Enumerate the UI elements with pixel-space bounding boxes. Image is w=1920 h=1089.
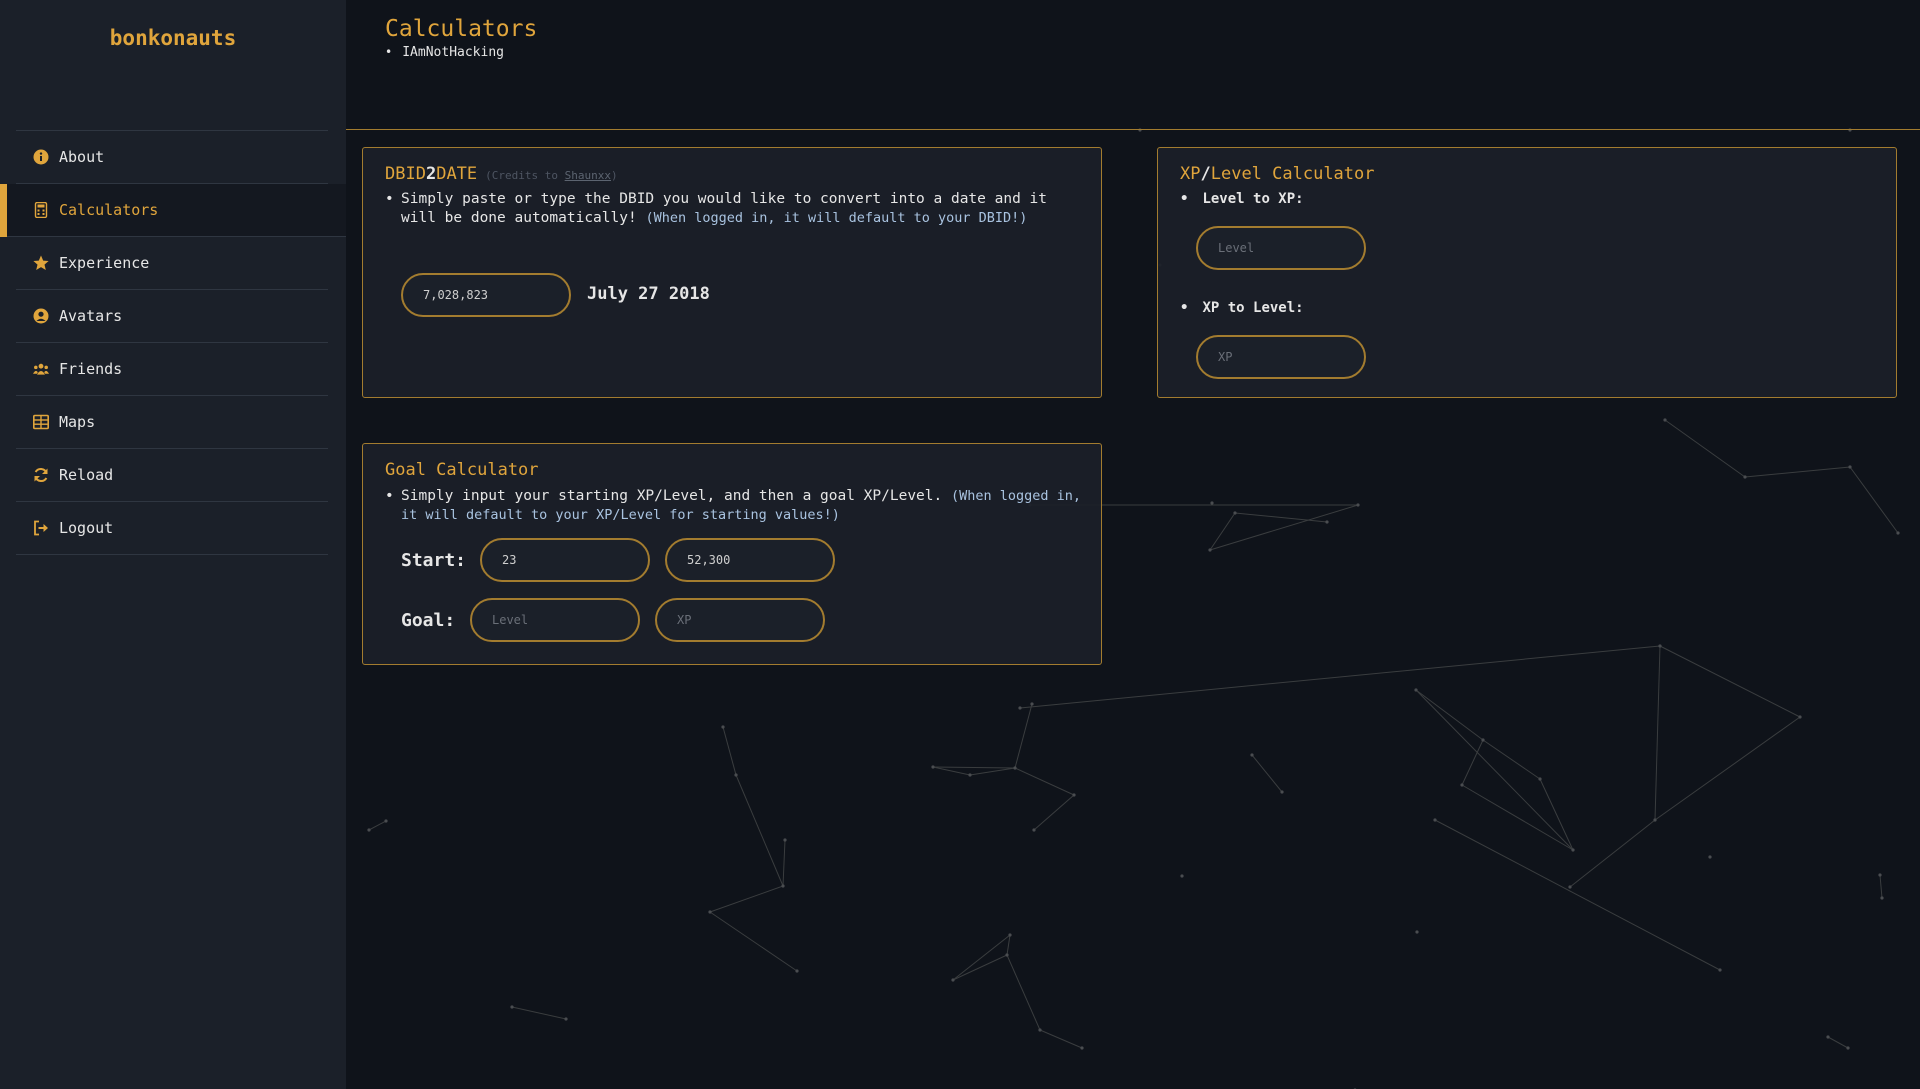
goal-label: Goal: [401, 610, 456, 631]
sidebar-item-friends[interactable]: Friends [16, 343, 328, 396]
xp-input[interactable] [1196, 335, 1366, 379]
sidebar-item-experience[interactable]: Experience [16, 237, 328, 290]
dbid-card-title: DBID2DATE (Credits to Shaunxx) [385, 164, 618, 184]
start-xp-input[interactable] [665, 538, 835, 582]
logout-icon [32, 520, 49, 537]
start-level-input[interactable] [480, 538, 650, 582]
page-header: Calculators IAmNotHacking [346, 0, 1920, 130]
sidebar-item-calculators[interactable]: Calculators [0, 184, 346, 237]
list-item: IAmNotHacking [385, 45, 504, 60]
sidebar-item-label: Logout [59, 519, 114, 537]
sidebar-item-logout[interactable]: Logout [16, 502, 328, 555]
brand-title: bonkonauts [109, 26, 237, 50]
start-label: Start: [401, 550, 467, 571]
sidebar-nav: About Calculators Experience Avatars Fri… [0, 130, 346, 555]
sidebar-item-about[interactable]: About [16, 131, 328, 184]
sidebar-item-label: Maps [59, 413, 96, 431]
table-icon [32, 414, 49, 431]
main-content: Calculators IAmNotHacking DBID2DATE(Cred… [346, 0, 1920, 1089]
sidebar-item-label: Friends [59, 360, 123, 378]
sidebar-item-label: About [59, 148, 105, 166]
sidebar-item-reload[interactable]: Reload [16, 449, 328, 502]
level-input[interactable] [1196, 226, 1366, 270]
goal-card-title: Goal Calculator [385, 460, 539, 480]
calculator-icon [32, 202, 49, 219]
sidebar-item-maps[interactable]: Maps [16, 396, 328, 449]
credits-link[interactable]: Shaunxx [565, 169, 611, 182]
sidebar-item-label: Experience [59, 254, 150, 272]
goal-xp-input[interactable] [655, 598, 825, 642]
dbid-input[interactable] [401, 273, 571, 317]
goal-level-input[interactable] [470, 598, 640, 642]
sidebar: bonkonauts About Calculators Experience … [0, 0, 346, 1089]
goal-calculator-card: Goal Calculator • Simply input your star… [362, 443, 1102, 665]
sidebar-item-label: Calculators [59, 201, 159, 219]
xp-card-title: XP/Level Calculator [1180, 164, 1375, 184]
dbid-to-date-card: DBID2DATE (Credits to Shaunxx) • Simply p… [362, 147, 1102, 398]
sidebar-item-label: Reload [59, 466, 114, 484]
star-icon [32, 255, 49, 272]
user-icon [32, 308, 49, 325]
level-to-xp-label: • Level to XP: [1180, 191, 1304, 207]
page-title: Calculators [385, 16, 538, 42]
users-icon [32, 361, 49, 378]
xp-level-calculator-card: XP/Level Calculator •Level to XP: •XP to… [1157, 147, 1897, 398]
dbid-result-date: July 27 2018 [587, 284, 710, 304]
info-icon [32, 149, 49, 166]
sidebar-item-avatars[interactable]: Avatars [16, 290, 328, 343]
dbid-description: • Simply paste or type the DBID you woul… [385, 191, 1048, 226]
goal-description: • Simply input your starting XP/Level, a… [385, 488, 1082, 523]
user-list: IAmNotHacking [385, 45, 504, 60]
sidebar-item-label: Avatars [59, 307, 123, 325]
xp-to-level-label: • XP to Level: [1180, 300, 1304, 316]
refresh-icon [32, 467, 49, 484]
